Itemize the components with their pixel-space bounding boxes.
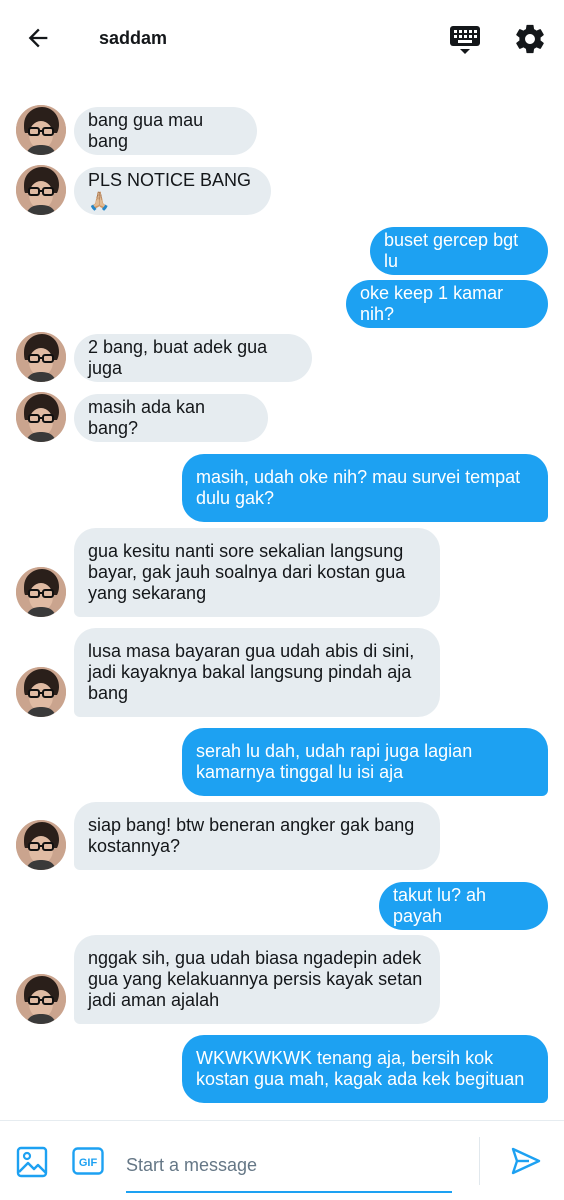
gif-label: GIF: [79, 1157, 98, 1169]
send-icon: [511, 1147, 541, 1175]
composer-divider: [479, 1137, 480, 1185]
avatar[interactable]: [16, 974, 66, 1024]
outgoing-message-bubble[interactable]: WKWKWKWK tenang aja, bersih kok kostan g…: [182, 1035, 548, 1103]
gear-icon: [516, 24, 544, 54]
keyboard-icon: [450, 26, 480, 54]
avatar[interactable]: [16, 820, 66, 870]
message-composer: GIF: [0, 1120, 564, 1200]
add-gif-button[interactable]: GIF: [72, 1147, 104, 1175]
keyboard-toggle-button[interactable]: [449, 24, 481, 56]
incoming-message-bubble[interactable]: 2 bang, buat adek gua juga: [74, 334, 312, 382]
outgoing-message-bubble[interactable]: oke keep 1 kamar nih?: [346, 280, 548, 328]
incoming-message-bubble[interactable]: gua kesitu nanti sore sekalian langsung …: [74, 528, 440, 617]
outgoing-message-bubble[interactable]: serah lu dah, udah rapi juga lagian kama…: [182, 728, 548, 796]
incoming-message-bubble[interactable]: masih ada kan bang?: [74, 394, 268, 442]
incoming-message-bubble[interactable]: siap bang! btw beneran angker gak bang k…: [74, 802, 440, 870]
message-thread[interactable]: bang gua mau bang PLS NOTICE BANG🙏🏼 buset …: [0, 78, 564, 1120]
incoming-message-bubble[interactable]: bang gua mau bang: [74, 107, 257, 155]
settings-button[interactable]: [513, 22, 547, 56]
back-button[interactable]: [22, 22, 54, 54]
outgoing-message-bubble[interactable]: takut lu? ah payah: [379, 882, 548, 930]
avatar[interactable]: [16, 165, 66, 215]
message-input[interactable]: [126, 1139, 452, 1193]
image-icon: [16, 1146, 48, 1178]
add-image-button[interactable]: [16, 1146, 50, 1178]
gif-icon: GIF: [72, 1147, 104, 1175]
arrow-left-icon: [28, 28, 48, 48]
incoming-message-bubble[interactable]: nggak sih, gua udah biasa ngadepin adek …: [74, 935, 440, 1024]
incoming-message-bubble[interactable]: PLS NOTICE BANG🙏🏼: [74, 167, 271, 215]
conversation-header: saddam: [0, 0, 564, 78]
outgoing-message-bubble[interactable]: masih, udah oke nih? mau survei tempat d…: [182, 454, 548, 522]
send-button[interactable]: [510, 1145, 542, 1177]
avatar[interactable]: [16, 567, 66, 617]
avatar[interactable]: [16, 392, 66, 442]
conversation-title[interactable]: saddam: [99, 28, 167, 49]
avatar[interactable]: [16, 105, 66, 155]
outgoing-message-bubble[interactable]: buset gercep bgt lu: [370, 227, 548, 275]
incoming-message-bubble[interactable]: lusa masa bayaran gua udah abis di sini,…: [74, 628, 440, 717]
avatar[interactable]: [16, 332, 66, 382]
avatar[interactable]: [16, 667, 66, 717]
